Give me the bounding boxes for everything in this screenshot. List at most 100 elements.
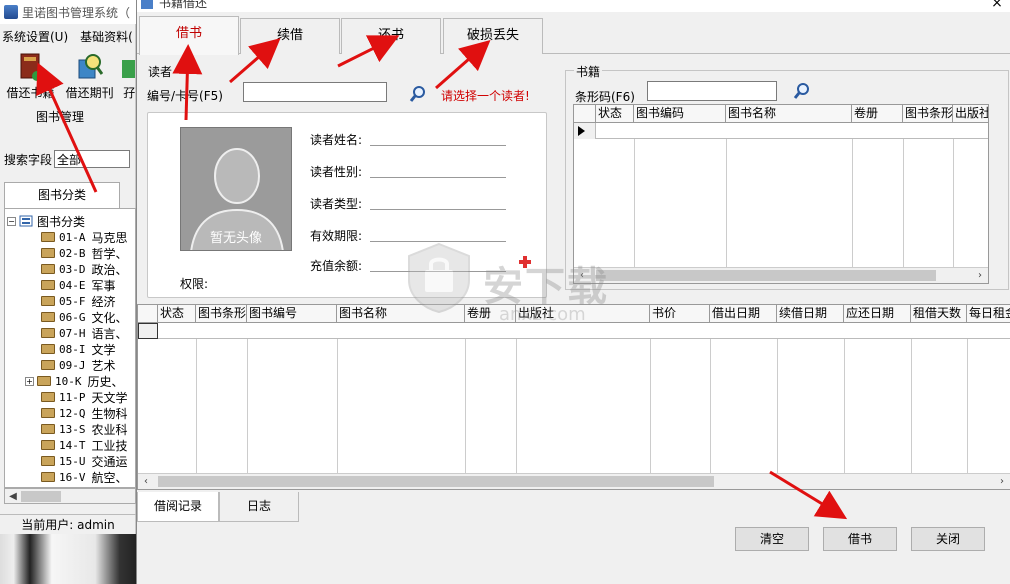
tab-return[interactable]: 还书: [341, 18, 441, 54]
tree-item-code: 10-K: [55, 374, 82, 388]
close-icon[interactable]: ×: [989, 0, 1005, 12]
col-status[interactable]: 状态: [158, 305, 196, 323]
col-renew-date[interactable]: 续借日期: [777, 305, 844, 323]
tree-item-name: 航空、: [91, 470, 128, 485]
col-price[interactable]: 书价: [650, 305, 710, 323]
grid-line: [726, 139, 727, 269]
tree-item[interactable]: 15-U 交通运: [41, 453, 128, 469]
reader-gender-label: 读者性别:: [310, 165, 363, 179]
table-row[interactable]: [574, 123, 988, 139]
tree-item-name: 历史、: [87, 374, 124, 389]
tab-log[interactable]: 日志: [219, 492, 299, 522]
col-daily-rent[interactable]: 每日租金: [967, 305, 1010, 323]
tree-item[interactable]: +10-K 历史、: [25, 373, 124, 389]
reader-id-input[interactable]: [243, 82, 387, 102]
tree-item[interactable]: 03-D 政治、: [41, 261, 128, 277]
toolbar-borrow-return-books-button[interactable]: 借还书籍: [4, 50, 57, 104]
tree-item-name: 农业科: [91, 422, 128, 437]
tree-item[interactable]: 07-H 语言、: [41, 325, 128, 341]
scroll-thumb[interactable]: [158, 476, 714, 487]
reader-name-value: [370, 145, 506, 146]
barcode-input[interactable]: [647, 81, 777, 101]
category-tree[interactable]: − 图书分类 01-A 马克思 02-B 哲学、 03-D 政治、 04-E 军事 05-F 经济 06…: [4, 208, 136, 488]
status-current-user: 当前用户: admin: [0, 514, 136, 534]
book-icon: [20, 53, 42, 81]
menu-system-settings[interactable]: 系统设置(U): [2, 28, 68, 45]
watermark: 安下载 anxz.com: [399, 232, 619, 332]
main-menubar: 系统设置(U) 基础资料(: [0, 26, 136, 46]
book-col-volume[interactable]: 卷册: [852, 105, 903, 123]
scroll-left-icon[interactable]: ◀: [5, 489, 21, 505]
tree-item[interactable]: 13-S 农业科: [41, 421, 128, 437]
tree-item[interactable]: 05-F 经济: [41, 293, 116, 309]
col-lend-date[interactable]: 借出日期: [710, 305, 777, 323]
grid-line: [911, 339, 912, 473]
book-col-barcode[interactable]: 图书条形: [903, 105, 953, 123]
tree-horizontal-scrollbar[interactable]: ◀: [4, 488, 136, 504]
book-grid-scrollbar[interactable]: ‹ ›: [574, 267, 988, 283]
col-barcode[interactable]: 图书条形: [196, 305, 247, 323]
folder-icon: [41, 232, 55, 242]
tree-item[interactable]: 08-I 文学: [41, 341, 116, 357]
book-col-name[interactable]: 图书名称: [726, 105, 852, 123]
folder-icon: [41, 264, 55, 274]
folder-icon: [41, 248, 55, 258]
search-book-icon[interactable]: [793, 82, 811, 100]
book-col-status[interactable]: 状态: [596, 105, 634, 123]
col-book-number[interactable]: 图书编号: [247, 305, 337, 323]
tree-item-code: 09-J: [59, 358, 86, 372]
tree-item[interactable]: 11-P 天文学: [41, 389, 128, 405]
grid-line: [196, 339, 197, 473]
reader-expiry-label: 有效期限:: [310, 229, 363, 243]
toolbar-borrow-return-periodicals-button[interactable]: 借还期刊: [63, 50, 116, 104]
tab-borrow-records[interactable]: 借阅记录: [137, 492, 219, 522]
folder-icon: [41, 344, 55, 354]
tree-root[interactable]: − 图书分类: [7, 213, 85, 229]
tree-item-name: 工业技: [91, 438, 128, 453]
toolbar-label: 借还书籍: [6, 86, 55, 100]
tab-borrow[interactable]: 借书: [139, 16, 239, 55]
collapse-icon[interactable]: −: [7, 216, 16, 226]
scroll-thumb[interactable]: [596, 270, 936, 281]
grid-line: [903, 139, 904, 269]
clear-button[interactable]: 清空: [735, 527, 809, 551]
tab-damage-loss[interactable]: 破损丢失: [443, 18, 543, 54]
tree-item[interactable]: 06-G 文化、: [41, 309, 128, 325]
menu-base-data[interactable]: 基础资料(: [80, 28, 133, 45]
reader-name-label: 读者姓名:: [310, 133, 363, 147]
close-button[interactable]: 关闭: [911, 527, 985, 551]
tab-renew[interactable]: 续借: [240, 18, 340, 54]
tree-item-code: 03-D: [59, 262, 86, 276]
tree-item[interactable]: 16-V 航空、: [41, 469, 128, 485]
toolbar-partial-button[interactable]: 孖: [122, 50, 136, 104]
tree-item-code: 05-F: [59, 294, 86, 308]
reader-warning-text: 请选择一个读者!: [441, 89, 530, 103]
tree-item[interactable]: 04-E 军事: [41, 277, 116, 293]
scroll-thumb[interactable]: [21, 491, 61, 502]
book-grid[interactable]: 状态 图书编码 图书名称 卷册 图书条形 出版社 ‹ ›: [573, 104, 989, 284]
grid-line: [953, 139, 954, 269]
col-rent-days[interactable]: 租借天数: [911, 305, 967, 323]
borrow-button[interactable]: 借书: [823, 527, 897, 551]
tree-item[interactable]: 01-A 马克思: [41, 229, 128, 245]
book-col-code[interactable]: 图书编码: [634, 105, 726, 123]
search-field-select[interactable]: [54, 150, 131, 168]
scroll-left-icon[interactable]: ‹: [138, 474, 154, 489]
folder-icon: [37, 376, 51, 386]
col-due-date[interactable]: 应还日期: [844, 305, 911, 323]
tree-item-name: 艺术: [91, 358, 116, 373]
expand-icon[interactable]: +: [25, 376, 34, 386]
tree-item-name: 哲学、: [91, 246, 128, 261]
tree-item-code: 14-T: [59, 438, 86, 452]
book-col-publisher[interactable]: 出版社: [953, 105, 988, 123]
scroll-right-icon[interactable]: ›: [994, 474, 1010, 489]
tree-item[interactable]: 12-Q 生物科: [41, 405, 128, 421]
borrow-grid-scrollbar[interactable]: ‹ ›: [138, 473, 1010, 489]
tree-item[interactable]: 02-B 哲学、: [41, 245, 128, 261]
scroll-right-icon[interactable]: ›: [972, 268, 988, 283]
tree-item[interactable]: 09-J 艺术: [41, 357, 116, 373]
search-reader-icon[interactable]: [409, 85, 427, 103]
tree-item[interactable]: 14-T 工业技: [41, 437, 128, 453]
folder-icon: [41, 440, 55, 450]
tab-book-category[interactable]: 图书分类: [4, 182, 120, 208]
